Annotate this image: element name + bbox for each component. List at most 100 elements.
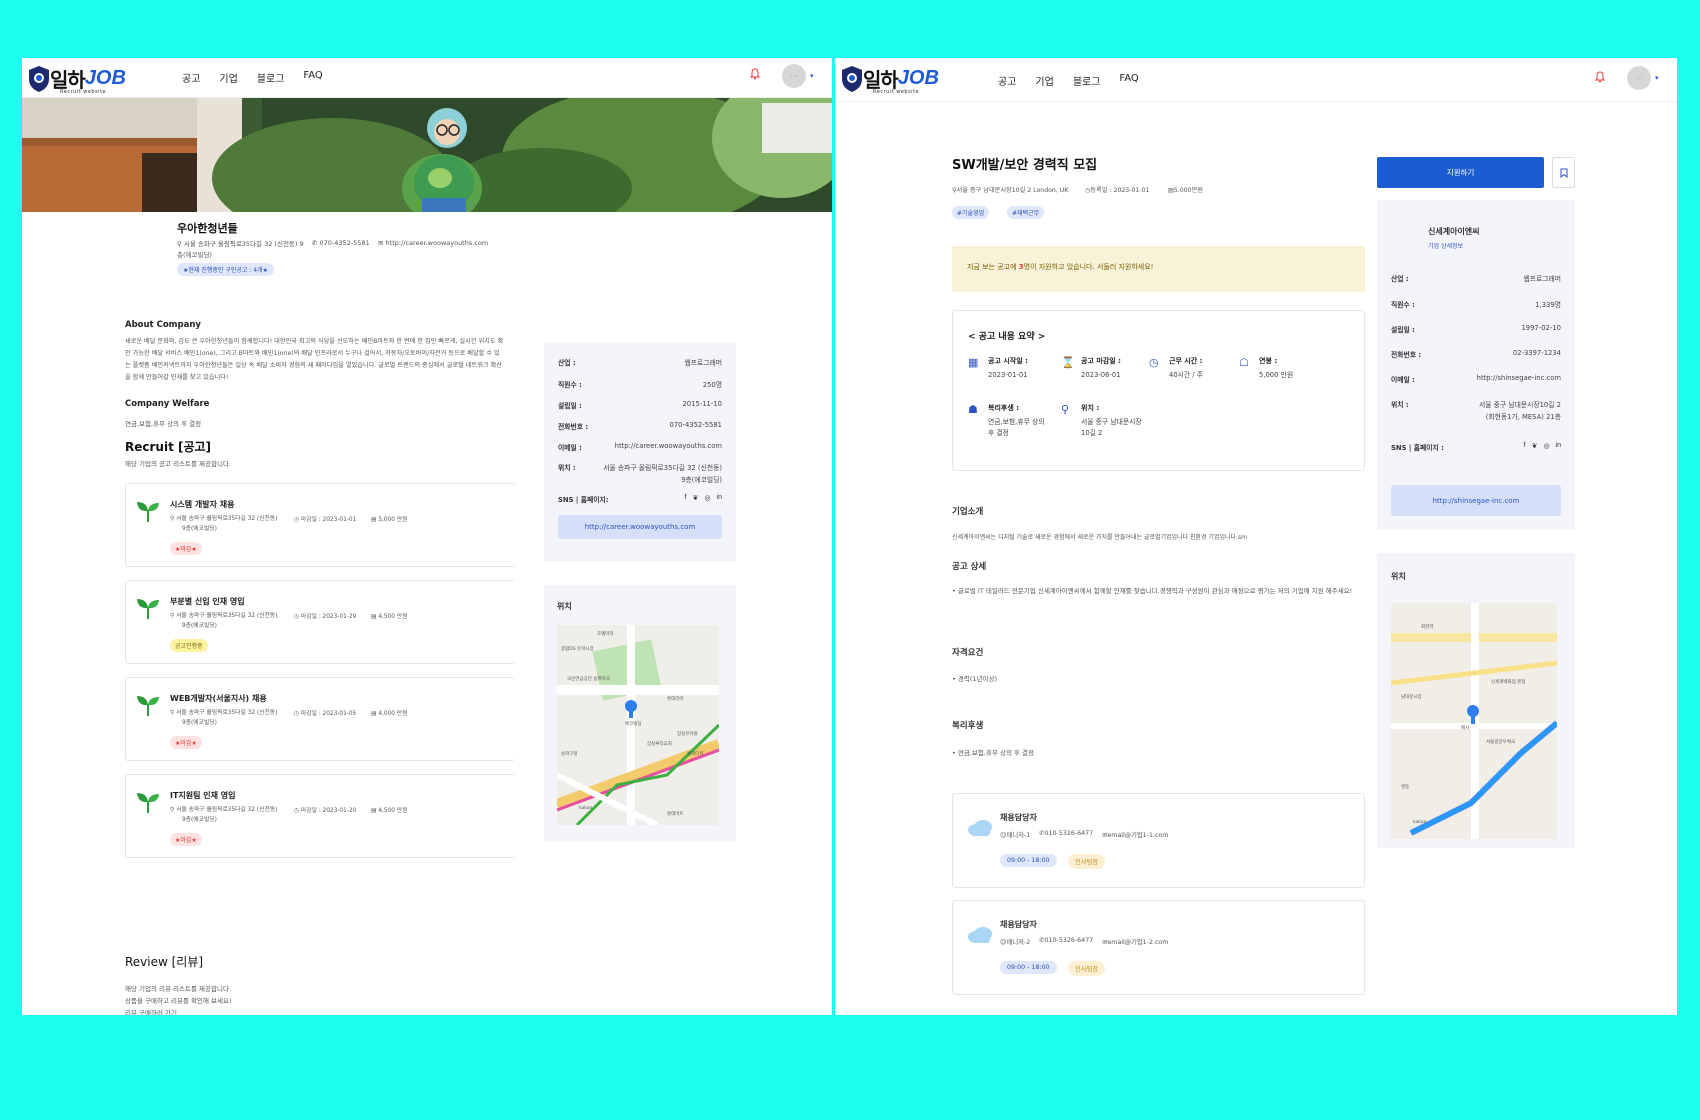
site-logo[interactable]: 일하 JOB Recruit website <box>28 64 126 95</box>
job-card[interactable]: 부분별 신입 인재 영입 ⚲ 서울 송파구 올림픽로35다길 32 (신천동) 9층… <box>125 580 515 664</box>
nav-item-blog[interactable]: 블로그 <box>1073 73 1101 88</box>
summary-value: 2023-06-01 <box>1081 371 1121 379</box>
homepage-link-button[interactable]: http://career.woowayouths.com <box>558 515 722 539</box>
location-map[interactable]: 회현역신세계백화점 본점메사 남대문시장서울중앙우체국명동 kakao <box>1391 603 1557 839</box>
nav-item-companies[interactable]: 기업 <box>1035 73 1053 88</box>
job-card-salary-text: 4,500 만원 <box>378 808 408 814</box>
job-card[interactable]: IT지원팀 인재 영입 ⚲ 서울 송파구 올림픽로35다길 32 (신천동) 9층(… <box>125 774 515 858</box>
person-icon: ☺ <box>1000 939 1007 946</box>
info-value: 1997-02-10 <box>1521 324 1561 332</box>
contact-name-text: 매니저-1 <box>1006 832 1031 839</box>
map-label: 서울중앙우체국 <box>1486 738 1515 745</box>
homepage-link-button[interactable]: http://shinsegae-inc.com <box>1391 485 1561 516</box>
main-nav: 공고 기업 블로그 FAQ <box>998 73 1139 88</box>
map-label: 에코빌딩 <box>625 720 642 727</box>
person-icon: ☺ <box>1000 832 1007 839</box>
welfare-text: 연금,보험,휴무 상의 후 결정 <box>125 420 202 428</box>
nav-item-faq[interactable]: FAQ <box>303 70 322 85</box>
salary-icon: ☖ <box>1239 357 1249 369</box>
map-label: 남대문시장 <box>1401 693 1422 700</box>
map-label: kakao <box>579 805 593 811</box>
info-label: 산업 : <box>1391 275 1409 283</box>
instagram-icon[interactable]: ◎ <box>704 494 710 502</box>
avatar[interactable]: ··· <box>782 64 806 88</box>
job-card-address-line1: 서울 송파구 올림픽로35다길 32 (신천동) <box>176 710 278 716</box>
info-value: 070-4352-5581 <box>669 421 722 429</box>
job-card-title[interactable]: 부분별 신입 인재 영입 <box>170 596 245 607</box>
job-card-title[interactable]: IT지원팀 인재 영입 <box>170 790 236 801</box>
intro-title: 기업소개 <box>952 507 984 517</box>
logo-subtitle: Recruit website <box>873 89 920 95</box>
notification-bell-icon[interactable] <box>750 68 760 80</box>
job-card-title[interactable]: 시스템 개발자 채용 <box>170 499 234 510</box>
facebook-icon[interactable]: f <box>685 494 687 502</box>
company-banner-image <box>22 98 832 212</box>
map-label: 송파구청 <box>561 750 578 757</box>
chevron-down-icon[interactable]: ▾ <box>810 72 814 80</box>
bookmark-button[interactable] <box>1552 157 1575 188</box>
nav-item-jobs[interactable]: 공고 <box>182 70 200 85</box>
map-label: 신세계백화점 본점 <box>1491 678 1526 685</box>
company-card-name[interactable]: 신세계아이앤씨 <box>1428 226 1480 237</box>
instagram-icon[interactable]: ◎ <box>1543 442 1549 450</box>
site-logo[interactable]: 일하 JOB Recruit website <box>841 64 939 95</box>
company-website[interactable]: ✉ http://career.woowayouths.com <box>378 239 488 247</box>
contact-email-text[interactable]: email@기업1-2.com <box>1107 939 1168 946</box>
user-menu[interactable]: ··· ▾ <box>782 64 814 88</box>
info-label: 직원수 : <box>1391 301 1415 309</box>
facebook-icon[interactable]: f <box>1524 442 1526 450</box>
contact-email-text[interactable]: email@기업1-1.com <box>1107 832 1168 839</box>
logo-subtitle: Recruit website <box>60 89 107 95</box>
user-menu[interactable]: ··· ▾ <box>1627 66 1659 90</box>
contact-email[interactable]: ✉email@기업1-2.com <box>1102 937 1168 946</box>
job-card-address-line1: 서울 송파구 올림픽로35다길 32 (신천동) <box>176 613 278 619</box>
avatar[interactable]: ··· <box>1627 66 1651 90</box>
clock-icon: ◷ <box>294 614 301 620</box>
nav-item-jobs[interactable]: 공고 <box>998 73 1016 88</box>
benefits-icon: ☗ <box>968 404 978 416</box>
job-card[interactable]: WEB개발자(서울지사) 채용 ⚲ 서울 송파구 올림픽로35다길 32 (신천동… <box>125 677 515 761</box>
logo-shield-icon <box>29 65 49 92</box>
review-text-1: 해당 기업의 리뷰 리스트를 제공합니다. <box>125 985 232 993</box>
nav-item-faq[interactable]: FAQ <box>1119 73 1138 88</box>
review-link[interactable]: 리뷰 구매하러 가기 <box>125 1007 177 1015</box>
info-label: 이메일 : <box>558 444 582 452</box>
phone-icon: ✆ <box>312 239 318 247</box>
map-label: 회현역 <box>1421 623 1433 630</box>
job-card-status-badge: ★마감★ <box>170 542 202 555</box>
twitter-icon[interactable]: ❦ <box>693 494 699 502</box>
job-card-address: ⚲ 서울 송파구 올림픽로35다길 32 (신천동) 9층(에코빌딩) <box>170 514 277 534</box>
job-tag[interactable]: #재택근무 <box>1007 206 1045 219</box>
info-value: 웹프로그래머 <box>1523 275 1561 283</box>
company-website-text[interactable]: http://career.woowayouths.com <box>386 239 489 247</box>
job-card-address-line1: 서울 송파구 올림픽로35다길 32 (신천동) <box>176 807 278 813</box>
clock-icon: ◷ <box>294 808 301 814</box>
nav-item-blog[interactable]: 블로그 <box>257 70 285 85</box>
job-card[interactable]: 시스템 개발자 채용 ⚲ 서울 송파구 올림픽로35다길 32 (신천동) 9층(에… <box>125 483 515 567</box>
welfare-title: Company Welfare <box>125 399 210 409</box>
job-card-title[interactable]: WEB개발자(서울지사) 채용 <box>170 693 267 704</box>
nav-item-companies[interactable]: 기업 <box>219 70 237 85</box>
map-label: 롯데마트 <box>667 810 684 817</box>
chevron-down-icon[interactable]: ▾ <box>1655 74 1659 82</box>
contact-email[interactable]: ✉email@기업1-1.com <box>1102 830 1168 839</box>
info-value: http://shinsegae-inc.com <box>1476 374 1561 382</box>
apply-button[interactable]: 지원하기 <box>1377 157 1544 188</box>
logo-english-text: JOB <box>897 67 939 89</box>
summary-label: 근무 시간 : <box>1169 357 1203 365</box>
job-card-deadline-text: 마감일 : 2023-01-29 <box>300 614 357 620</box>
linkedin-icon[interactable]: in <box>1556 442 1561 450</box>
summary-item: ▦ 공고 시작일 : 2023-01-01 <box>968 356 1054 381</box>
notification-bell-icon[interactable] <box>1595 71 1605 83</box>
job-tag[interactable]: #기술영업 <box>952 206 990 219</box>
job-registered: ◷등록일 : 2023-01-01 <box>1085 185 1149 194</box>
info-label: 전화번호 : <box>1391 351 1422 359</box>
cloud-icon <box>967 926 993 949</box>
linkedin-icon[interactable]: in <box>717 494 722 502</box>
company-detail-link[interactable]: 기업 상세정보 <box>1428 241 1463 250</box>
banner-illustration <box>22 98 832 212</box>
job-card-address-line2: 9층(에코빌딩) <box>182 526 217 532</box>
twitter-icon[interactable]: ❦ <box>1532 442 1538 450</box>
location-map[interactable]: 호텔마리종합DS 유학시장국민연금공단 송파지사롯데리아에코빌딩잠실유아원롯데타… <box>557 625 719 825</box>
job-title: SW개발/보안 경력직 모집 <box>952 158 1098 173</box>
